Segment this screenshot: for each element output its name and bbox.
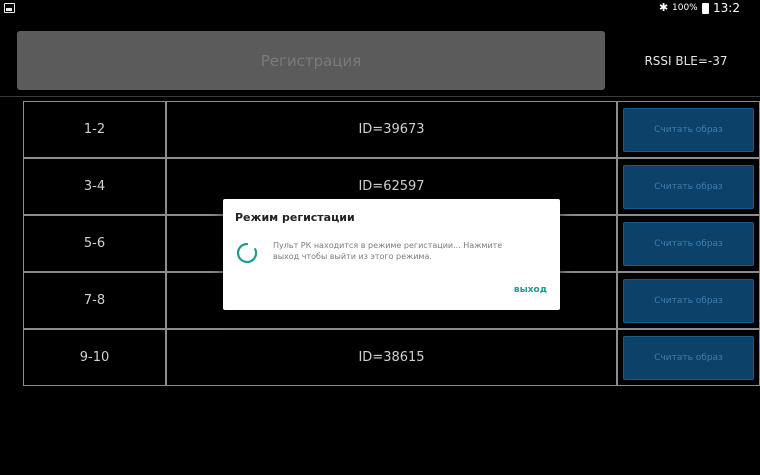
channel-number: 9-10 (23, 329, 166, 386)
read-cell: Считать образ (617, 329, 760, 386)
dialog-message: Пульт РК находится в режиме регистации..… (273, 240, 543, 262)
dialog-message-line: Пульт РК находится в режиме регистации..… (273, 241, 503, 250)
registration-dialog: Режим регистации Пульт РК находится в ре… (223, 199, 560, 310)
read-cell: Считать образ (617, 215, 760, 272)
clock: 13:2 (713, 1, 740, 15)
table-row: 1-2 ID=39673 Считать образ (23, 101, 760, 158)
read-image-button[interactable]: Считать образ (623, 335, 754, 380)
rssi-indicator: RSSI BLE=-37 (644, 53, 728, 68)
gallery-icon (4, 3, 15, 13)
read-cell: Считать образ (617, 158, 760, 215)
table-row: 9-10 ID=38615 Считать образ (23, 329, 760, 386)
dialog-message-line: выход чтобы выйти из этого режима. (273, 252, 432, 261)
read-image-button[interactable]: Считать образ (623, 107, 754, 152)
device-id: ID=39673 (166, 101, 617, 158)
read-image-button[interactable]: Считать образ (623, 278, 754, 323)
exit-button[interactable]: выход (514, 285, 547, 295)
status-bar: ✱ 100% 13:2 (0, 0, 760, 17)
dialog-title: Режим регистации (235, 211, 355, 224)
register-button[interactable]: Регистрация (17, 31, 605, 90)
spinner-icon (236, 242, 258, 264)
channel-number: 5-6 (23, 215, 166, 272)
bluetooth-icon: ✱ (659, 1, 669, 14)
read-cell: Считать образ (617, 272, 760, 329)
channel-number: 1-2 (23, 101, 166, 158)
header-divider (0, 96, 760, 97)
channel-number: 3-4 (23, 158, 166, 215)
read-image-button[interactable]: Считать образ (623, 221, 754, 266)
channel-number: 7-8 (23, 272, 166, 329)
device-id: ID=38615 (166, 329, 617, 386)
battery-icon (702, 3, 709, 14)
battery-percent: 100% (672, 3, 698, 13)
read-image-button[interactable]: Считать образ (623, 164, 754, 209)
read-cell: Считать образ (617, 101, 760, 158)
app-screen: ✱ 100% 13:2 Регистрация RSSI BLE=-37 1-2… (0, 0, 760, 475)
